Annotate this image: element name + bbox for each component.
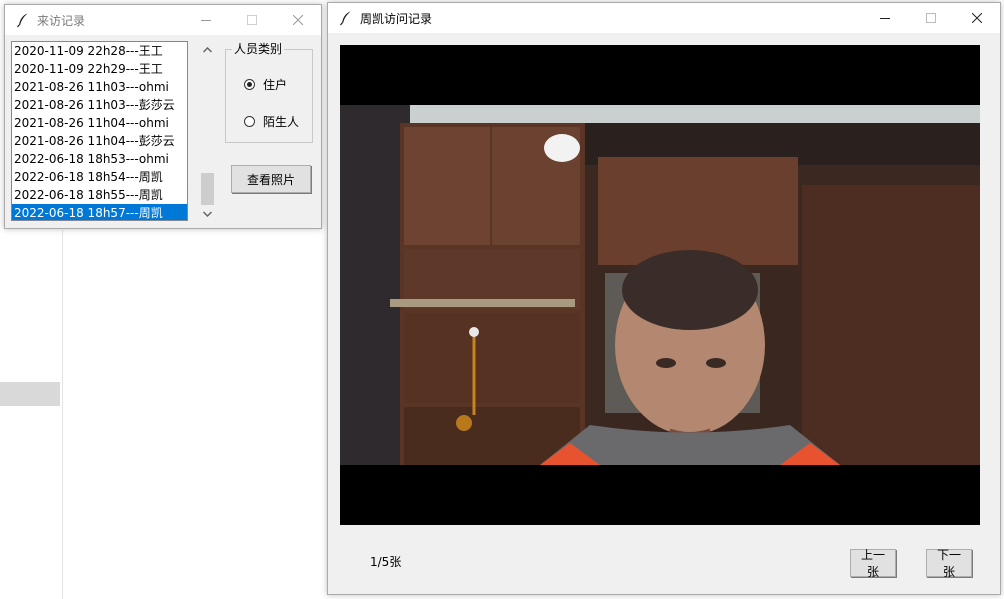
close-icon bbox=[972, 13, 982, 23]
list-item[interactable]: 2020-11-09 22h28---王工 bbox=[12, 42, 187, 60]
list-item[interactable]: 2022-06-18 18h53---ohmi bbox=[12, 150, 187, 168]
scroll-down-arrow-icon bbox=[203, 211, 212, 217]
list-scrollbar[interactable] bbox=[199, 41, 216, 222]
visitor-records-list[interactable]: 2020-11-09 22h28---王工 2020-11-09 22h29---… bbox=[11, 41, 188, 221]
visitor-records-window: 来访记录 2020-11-09 22h28---王工 2020-11-09 22h… bbox=[4, 4, 322, 229]
radio-label-resident: 住户 bbox=[263, 78, 288, 92]
close-icon bbox=[293, 15, 303, 25]
background-divider bbox=[62, 230, 63, 599]
scroll-down-button[interactable] bbox=[199, 205, 216, 222]
feather-icon bbox=[17, 13, 28, 28]
background-selected-item bbox=[0, 382, 60, 406]
radio-button-stranger[interactable] bbox=[244, 116, 255, 127]
list-item[interactable]: 2020-11-09 22h29---王工 bbox=[12, 60, 187, 78]
minimize-button[interactable] bbox=[862, 3, 908, 33]
feather-icon bbox=[340, 11, 351, 26]
radio-label-stranger: 陌生人 bbox=[263, 115, 300, 129]
scroll-up-arrow-icon bbox=[203, 46, 212, 52]
prev-photo-button[interactable]: 上一张 bbox=[850, 548, 896, 579]
scroll-thumb[interactable] bbox=[201, 173, 214, 205]
minimize-icon bbox=[201, 20, 211, 21]
list-item[interactable]: 2022-06-18 18h55---周凯 bbox=[12, 186, 187, 204]
list-item[interactable]: 2022-06-18 18h54---周凯 bbox=[12, 168, 187, 186]
radio-button-resident[interactable] bbox=[244, 79, 255, 90]
radio-stranger[interactable]: 陌生人 bbox=[244, 113, 299, 130]
maximize-icon bbox=[926, 13, 936, 23]
radio-dot bbox=[247, 82, 252, 87]
next-photo-button[interactable]: 下一张 bbox=[926, 548, 972, 579]
close-button[interactable] bbox=[954, 3, 1000, 33]
photo-content bbox=[340, 105, 980, 465]
list-item[interactable]: 2021-08-26 11h03---ohmi bbox=[12, 78, 187, 96]
radio-resident[interactable]: 住户 bbox=[244, 76, 287, 93]
window-title: 来访记录 bbox=[37, 13, 86, 28]
window-title: 周凯访问记录 bbox=[360, 11, 433, 26]
minimize-icon bbox=[880, 18, 890, 19]
view-photo-button[interactable]: 查看照片 bbox=[231, 165, 311, 193]
titlebar[interactable]: 来访记录 bbox=[5, 5, 321, 35]
minimize-button[interactable] bbox=[183, 5, 229, 35]
list-item[interactable]: 2021-08-26 11h04---ohmi bbox=[12, 114, 187, 132]
group-label: 人员类别 bbox=[232, 41, 285, 57]
titlebar[interactable]: 周凯访问记录 bbox=[328, 3, 1000, 33]
scroll-up-button[interactable] bbox=[199, 41, 216, 58]
maximize-icon bbox=[247, 15, 257, 25]
list-item[interactable]: 2022-06-18 18h57---周凯 bbox=[12, 204, 187, 220]
desktop: 来访记录 2020-11-09 22h28---王工 2020-11-09 22h… bbox=[0, 0, 1004, 599]
person-type-group: 人员类别 住户 陌生人 bbox=[225, 41, 313, 143]
visitor-photo-frame bbox=[340, 45, 980, 525]
visitor-photo bbox=[340, 45, 980, 525]
maximize-button[interactable] bbox=[229, 5, 275, 35]
maximize-button[interactable] bbox=[908, 3, 954, 33]
close-button[interactable] bbox=[275, 5, 321, 35]
list-item[interactable]: 2021-08-26 11h03---彭莎云 bbox=[12, 96, 187, 114]
page-counter: 1/5张 bbox=[370, 555, 402, 569]
photo-viewer-window: 周凯访问记录 1/5张 上一张 下一张 bbox=[327, 2, 1001, 595]
list-item[interactable]: 2021-08-26 11h04---彭莎云 bbox=[12, 132, 187, 150]
